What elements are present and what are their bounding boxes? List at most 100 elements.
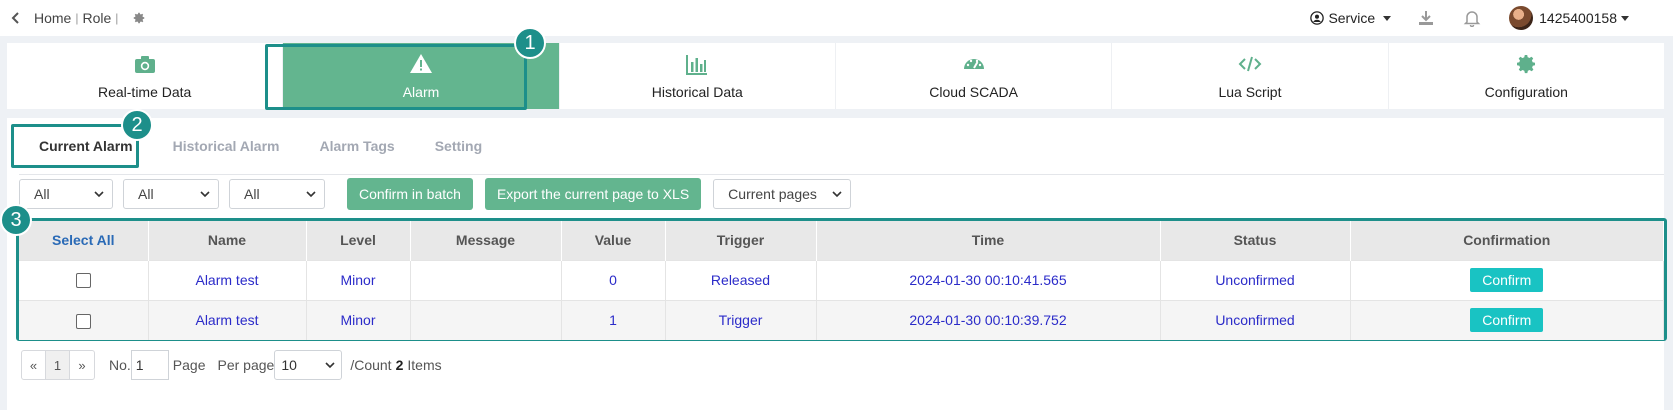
gear-icon xyxy=(1514,52,1538,76)
module-tab-lua-script[interactable]: Lua Script xyxy=(1112,43,1389,109)
confirm-button[interactable]: Confirm xyxy=(1470,268,1544,292)
cell-message xyxy=(410,299,562,340)
module-label: Historical Data xyxy=(651,84,743,100)
page-scope-value: Current pages xyxy=(728,186,817,202)
next-page-button[interactable]: » xyxy=(70,351,94,379)
per-page-value: 10 xyxy=(281,357,297,373)
cell-confirmation: Confirm xyxy=(1350,299,1664,340)
module-label: Cloud SCADA xyxy=(929,84,1018,100)
filter-bar: All All All Confirm in batch Export the … xyxy=(19,178,861,210)
avatar xyxy=(1509,6,1534,30)
column-header-value: Value xyxy=(561,221,666,260)
pagination: « 1 » No. 1 Page Per page 10 /Count 2 It… xyxy=(21,350,442,380)
subtab-setting[interactable]: Setting xyxy=(415,126,502,166)
filter-select-value: All xyxy=(244,186,260,202)
count-value: 2 xyxy=(395,357,404,373)
breadcrumb-home[interactable]: Home xyxy=(34,10,71,26)
column-header-time: Time xyxy=(816,221,1161,260)
count-prefix: /Count xyxy=(350,357,392,373)
cell-time: 2024-01-30 00:10:39.752 xyxy=(816,299,1161,340)
filter-select-3[interactable]: All xyxy=(229,179,325,209)
module-tab-realtime-data[interactable]: Real-time Data xyxy=(7,43,284,109)
chevron-down-icon xyxy=(306,191,316,198)
export-xls-button[interactable]: Export the current page to XLS xyxy=(484,178,702,210)
module-label: Configuration xyxy=(1484,84,1568,100)
bell-icon[interactable] xyxy=(1463,9,1481,28)
module-tab-cloud-scada[interactable]: Cloud SCADA xyxy=(836,43,1113,109)
camera-icon xyxy=(133,52,157,76)
page-scope-select[interactable]: Current pages xyxy=(713,179,852,209)
filter-select-value: All xyxy=(34,186,50,202)
cell-status: Unconfirmed xyxy=(1160,299,1351,340)
callout-badge-1: 1 xyxy=(514,27,546,59)
page-nav: « 1 » xyxy=(21,350,95,380)
column-header-name: Name xyxy=(148,221,307,260)
filter-select-1[interactable]: All xyxy=(19,179,113,209)
alarm-table: Select All Name Level Message Value Trig… xyxy=(19,221,1664,340)
module-tab-historical-data[interactable]: Historical Data xyxy=(560,43,836,109)
breadcrumb-separator: | xyxy=(75,11,79,25)
row-select-cell xyxy=(19,259,149,300)
per-page-label: Per page xyxy=(217,357,275,373)
cell-value: 1 xyxy=(561,299,666,340)
cell-value: 0 xyxy=(561,259,666,300)
service-menu[interactable]: Service xyxy=(1310,10,1392,26)
cell-name: Alarm test xyxy=(148,259,307,300)
top-bar: Home | Role | Service 1425400158 xyxy=(0,0,1673,36)
cell-message xyxy=(410,259,562,300)
callout-badge-2: 2 xyxy=(121,109,153,141)
code-icon xyxy=(1238,52,1262,76)
prev-page-button[interactable]: « xyxy=(22,351,46,379)
filter-select-2[interactable]: All xyxy=(123,179,219,209)
row-checkbox[interactable] xyxy=(75,313,91,329)
caret-down-icon xyxy=(1383,15,1392,21)
breadcrumb-separator: | xyxy=(115,11,119,25)
service-label: Service xyxy=(1328,10,1376,26)
cell-trigger: Released xyxy=(665,259,817,300)
subtab-historical-alarm[interactable]: Historical Alarm xyxy=(153,126,300,166)
column-header-level: Level xyxy=(306,221,411,260)
module-tab-configuration[interactable]: Configuration xyxy=(1389,43,1664,109)
user-name: 1425400158 xyxy=(1539,10,1617,26)
confirm-in-batch-button[interactable]: Confirm in batch xyxy=(347,178,473,210)
page-no-label: No. xyxy=(109,357,131,373)
page-number-button[interactable]: 1 xyxy=(46,351,70,379)
cell-name: Alarm test xyxy=(148,299,307,340)
breadcrumb-role[interactable]: Role xyxy=(82,10,111,26)
bar-chart-icon xyxy=(685,52,709,76)
chevron-down-icon xyxy=(325,362,335,369)
alarm-subtabs: Current Alarm Historical Alarm Alarm Tag… xyxy=(19,126,502,166)
warning-icon xyxy=(409,52,433,76)
filter-select-value: All xyxy=(138,186,154,202)
download-icon[interactable] xyxy=(1417,9,1435,27)
count-suffix: Items xyxy=(407,357,442,373)
cell-level: Minor xyxy=(306,259,411,300)
module-tabs: Real-time Data Alarm Historical Data Clo… xyxy=(7,43,1664,109)
user-menu[interactable]: 1425400158 xyxy=(1509,6,1629,30)
breadcrumb: Home | Role | xyxy=(34,10,122,26)
cell-time: 2024-01-30 00:10:41.565 xyxy=(816,259,1161,300)
module-label: Real-time Data xyxy=(97,84,192,100)
cell-trigger: Trigger xyxy=(665,299,817,340)
subtab-alarm-tags[interactable]: Alarm Tags xyxy=(299,126,414,166)
gear-icon[interactable] xyxy=(132,11,146,25)
column-header-trigger: Trigger xyxy=(665,221,817,260)
chevron-down-icon xyxy=(200,191,210,198)
back-chevron-icon[interactable] xyxy=(8,10,24,26)
page-label: Page xyxy=(172,357,206,373)
cell-status: Unconfirmed xyxy=(1160,259,1351,300)
table-header-row: Select All Name Level Message Value Trig… xyxy=(19,221,1664,260)
gauge-icon xyxy=(962,52,986,76)
module-label: Alarm xyxy=(402,84,440,100)
cell-level: Minor xyxy=(306,299,411,340)
select-all-header[interactable]: Select All xyxy=(19,221,149,260)
row-select-cell xyxy=(19,299,149,340)
column-header-confirmation: Confirmation xyxy=(1350,221,1664,260)
user-circle-icon xyxy=(1310,11,1325,25)
alarm-panel: Current Alarm Historical Alarm Alarm Tag… xyxy=(7,118,1667,410)
chevron-down-icon xyxy=(832,191,842,198)
per-page-select[interactable]: 10 xyxy=(274,350,343,380)
row-checkbox[interactable] xyxy=(75,273,91,289)
confirm-button[interactable]: Confirm xyxy=(1470,308,1544,333)
page-number-input[interactable]: 1 xyxy=(130,350,169,380)
